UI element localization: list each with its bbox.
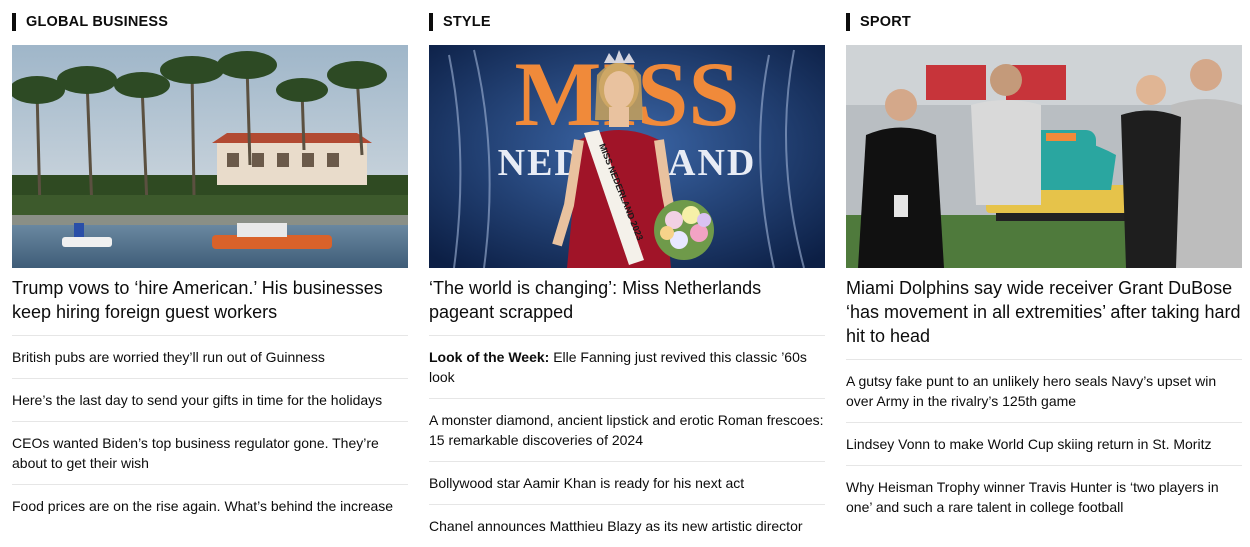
headline-link[interactable]: ‘The world is changing’: Miss Netherland…: [429, 276, 825, 336]
section-title: GLOBAL BUSINESS: [26, 14, 169, 30]
item-text: Here’s the last day to send your gifts i…: [12, 392, 383, 408]
palm-estate-photo: [12, 45, 408, 268]
item-text: A monster diamond, ancient lipstick and …: [429, 412, 824, 448]
headline-link[interactable]: Miami Dolphins say wide receiver Grant D…: [846, 276, 1242, 360]
list-item[interactable]: Look of the Week: Elle Fanning just revi…: [429, 336, 825, 399]
hero-image-pageant[interactable]: MISS NEDERLAND MISS NEDERLAND 2023: [429, 45, 825, 268]
list-item[interactable]: Chanel announces Matthieu Blazy as its n…: [429, 505, 825, 547]
related-links: British pubs are worried they’ll run out…: [12, 336, 408, 527]
list-item[interactable]: Lindsey Vonn to make World Cup skiing re…: [846, 423, 1242, 466]
item-text: Chanel announces Matthieu Blazy as its n…: [429, 518, 803, 534]
list-item[interactable]: Here’s the last day to send your gifts i…: [12, 379, 408, 422]
section-marker: [429, 13, 433, 31]
list-item[interactable]: British pubs are worried they’ll run out…: [12, 336, 408, 379]
item-text: Why Heisman Trophy winner Travis Hunter …: [846, 479, 1219, 515]
pageant-photo: MISS NEDERLAND MISS NEDERLAND 2023: [429, 45, 825, 268]
football-stretcher-photo: [846, 45, 1242, 268]
section-label-global-business[interactable]: GLOBAL BUSINESS: [12, 13, 408, 31]
hero-image-football-stretcher[interactable]: [846, 45, 1242, 268]
section-marker: [846, 13, 850, 31]
column-global-business: GLOBAL BUSINESS Trump vows to ‘hire Amer…: [12, 0, 408, 527]
item-text: Food prices are on the rise again. What’…: [12, 498, 394, 514]
item-text: A gutsy fake punt to an unlikely hero se…: [846, 373, 1217, 409]
section-marker: [12, 13, 16, 31]
section-label-style[interactable]: STYLE: [429, 13, 825, 31]
list-item[interactable]: Bollywood star Aamir Khan is ready for h…: [429, 462, 825, 505]
list-item[interactable]: A gutsy fake punt to an unlikely hero se…: [846, 360, 1242, 423]
bouquet: [654, 200, 714, 260]
item-text: British pubs are worried they’ll run out…: [12, 349, 325, 365]
related-links: Look of the Week: Elle Fanning just revi…: [429, 336, 825, 547]
headline-link[interactable]: Trump vows to ‘hire American.’ His busin…: [12, 276, 408, 336]
section-label-sport[interactable]: SPORT: [846, 13, 1242, 31]
list-item[interactable]: Food prices are on the rise again. What’…: [12, 485, 408, 527]
list-item[interactable]: Why Heisman Trophy winner Travis Hunter …: [846, 466, 1242, 528]
column-style: STYLE MISS NEDERLAND 2023 ‘The world is …: [429, 0, 825, 547]
item-kicker: Look of the Week:: [429, 349, 550, 365]
item-text: Lindsey Vonn to make World Cup skiing re…: [846, 436, 1212, 452]
section-title: STYLE: [443, 14, 491, 30]
news-page: GLOBAL BUSINESS Trump vows to ‘hire Amer…: [0, 0, 1250, 546]
section-title: SPORT: [860, 14, 911, 30]
column-sport: SPORT Miami Dolphins say wide receiver G…: [846, 0, 1242, 528]
list-item[interactable]: CEOs wanted Biden’s top business regulat…: [12, 422, 408, 485]
hero-image-palm-estate[interactable]: [12, 45, 408, 268]
related-links: A gutsy fake punt to an unlikely hero se…: [846, 360, 1242, 528]
item-text: CEOs wanted Biden’s top business regulat…: [12, 435, 379, 471]
list-item[interactable]: A monster diamond, ancient lipstick and …: [429, 399, 825, 462]
item-text: Bollywood star Aamir Khan is ready for h…: [429, 475, 745, 491]
